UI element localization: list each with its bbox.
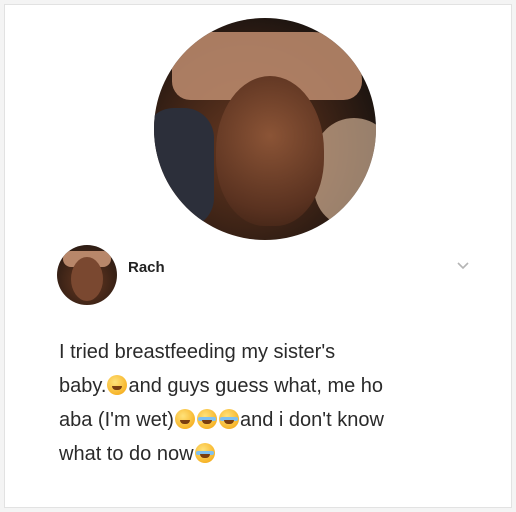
post-line-2: baby. and guys guess what, me ho [59,369,479,403]
weary-face-emoji-icon [174,409,195,429]
post-line-4-text: what to do now [59,443,194,465]
profile-name[interactable]: Rach [128,259,165,276]
chevron-down-icon[interactable] [456,259,470,273]
post-line-1: I tried breastfeeding my sister's [59,335,479,369]
tears-of-joy-emoji-icon [196,409,217,429]
post-text: I tried breastfeeding my sister's baby. a… [59,335,479,471]
relieved-face-emoji-icon [107,375,128,395]
tears-of-joy-emoji-icon [218,409,239,429]
post-line-4: what to do now [59,437,479,471]
post-line-2a-text: baby. [59,375,107,397]
post-line-2b-text: and guys guess what, me ho [128,375,384,397]
post-card: Rach I tried breastfeeding my sister's b… [4,4,512,508]
photo-face [216,76,324,226]
avatar[interactable] [57,245,117,305]
avatar-face [71,257,103,301]
profile-photo-large [154,18,376,240]
photo-shadow [154,108,214,228]
loudly-crying-emoji-icon [194,443,215,463]
post-line-3a-text: aba (I'm wet) [59,409,174,431]
post-line-3b-text: and i don't know [239,409,384,431]
post-line-1-text: I tried breastfeeding my sister's [59,341,336,363]
photo-highlight [314,118,376,228]
post-line-3: aba (I'm wet) and i don't know [59,403,479,437]
